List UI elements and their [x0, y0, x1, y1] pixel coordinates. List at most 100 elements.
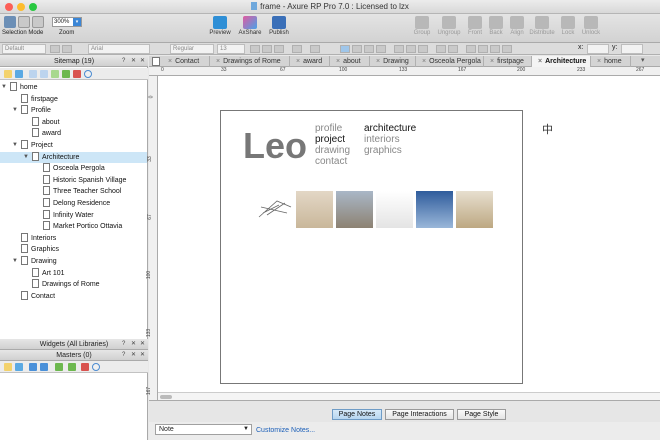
close-tab-icon[interactable]: × [168, 58, 172, 65]
y-input[interactable] [621, 44, 643, 54]
expand-toggle-icon[interactable]: ▼ [12, 256, 18, 267]
font-select[interactable]: Arial [88, 44, 150, 54]
style-edit-icon[interactable] [62, 45, 72, 53]
unlock-button[interactable]: Unlock [579, 16, 603, 36]
nav-interiors[interactable]: interiors [364, 134, 416, 145]
sitemap-item[interactable]: Art 101 [0, 267, 147, 279]
close-tab-icon[interactable]: × [597, 58, 601, 65]
arrow-style-icon[interactable] [502, 45, 512, 53]
valign-middle-icon[interactable] [406, 45, 416, 53]
widgets-close-icon[interactable]: ✕ [140, 339, 145, 350]
nav-project[interactable]: project [315, 134, 350, 145]
thumbnail-pergola[interactable] [296, 191, 333, 228]
sitemap-item[interactable]: Interiors [0, 232, 147, 244]
sitemap-item[interactable]: ▼ home [0, 82, 147, 93]
expand-toggle-icon[interactable]: ▼ [12, 105, 18, 116]
customize-notes-link[interactable]: Customize Notes... [256, 427, 315, 434]
sitemap-item[interactable]: Drawings of Rome [0, 279, 147, 290]
expand-toggle-icon[interactable]: ▼ [12, 140, 18, 151]
nav-profile[interactable]: profile [315, 123, 350, 134]
move-down-icon[interactable] [40, 70, 48, 78]
language-toggle[interactable]: 中 [542, 121, 553, 137]
fill-color-icon[interactable] [436, 45, 446, 53]
tab-drawing[interactable]: × Drawing [370, 56, 416, 67]
lock-button[interactable]: Lock [559, 16, 577, 36]
publish-button[interactable]: Publish [266, 16, 292, 36]
font-color-icon[interactable] [292, 45, 302, 53]
close-tab-icon[interactable]: × [216, 58, 220, 65]
add-page-icon[interactable] [4, 70, 12, 78]
zoom-window-icon[interactable] [29, 3, 37, 11]
preview-button[interactable]: Preview [207, 16, 233, 36]
widgets-help-icon[interactable]: ? [122, 339, 125, 350]
tab-architecture[interactable]: × Architecture [532, 56, 591, 67]
tab-home[interactable]: × home [591, 56, 631, 67]
sitemap-item[interactable]: Infinity Water [0, 209, 147, 221]
tab-overflow-icon[interactable]: ▾ [641, 56, 645, 64]
underline-icon[interactable] [274, 45, 284, 53]
style-select[interactable]: Default [2, 44, 46, 54]
search-icon[interactable] [84, 70, 92, 78]
font-size-select[interactable]: 13 [217, 44, 245, 54]
align-right-icon[interactable] [364, 45, 374, 53]
format-painter-icon[interactable] [50, 45, 60, 53]
tab-about[interactable]: × about [330, 56, 370, 67]
close-tab-icon[interactable]: × [422, 58, 426, 65]
thumbnail-delong-residence[interactable] [416, 191, 453, 228]
tab-page-notes[interactable]: Page Notes [332, 409, 382, 420]
tab-contact[interactable]: × Contact [162, 56, 210, 67]
align-button[interactable]: Align [507, 16, 527, 36]
sitemap-item[interactable]: ▼ Project [0, 140, 147, 151]
master-down-icon[interactable] [40, 363, 48, 371]
scroll-thumb[interactable] [160, 395, 172, 399]
add-folder-icon[interactable] [15, 70, 23, 78]
justify-icon[interactable] [376, 45, 386, 53]
line-style-icon[interactable] [490, 45, 500, 53]
nav-contact[interactable]: contact [315, 156, 350, 167]
indent-icon[interactable] [51, 70, 59, 78]
outdent-icon[interactable] [62, 70, 70, 78]
line-color-icon[interactable] [466, 45, 476, 53]
zoom-select[interactable]: 300% ▾ [52, 17, 82, 27]
delete-icon[interactable] [73, 70, 81, 78]
minimize-window-icon[interactable] [17, 3, 25, 11]
x-input[interactable] [587, 44, 609, 54]
add-master-folder-icon[interactable] [15, 363, 23, 371]
tab-award[interactable]: × award [290, 56, 330, 67]
ungroup-button[interactable]: Ungroup [435, 16, 463, 36]
tab-page-interactions[interactable]: Page Interactions [385, 409, 454, 420]
line-width-icon[interactable] [478, 45, 488, 53]
sitemap-item[interactable]: ▼ Drawing [0, 256, 147, 267]
master-outdent-icon[interactable] [68, 363, 76, 371]
horizontal-scrollbar[interactable] [158, 392, 660, 400]
page-icon[interactable] [152, 57, 160, 66]
master-up-icon[interactable] [29, 363, 37, 371]
distribute-button[interactable]: Distribute [527, 16, 557, 36]
sitemap-item[interactable]: firstpage [0, 93, 147, 105]
tab-drawings-of-rome[interactable]: × Drawings of Rome [210, 56, 290, 67]
close-tab-icon[interactable]: × [336, 58, 340, 65]
axshare-button[interactable]: AxShare [236, 16, 264, 36]
select-contained-icon[interactable] [18, 16, 30, 28]
sitemap-item[interactable]: award [0, 128, 147, 139]
thumbnail-sketch[interactable] [257, 195, 293, 223]
thumbnail-teacher-school[interactable] [376, 191, 413, 228]
tab-firstpage[interactable]: × firstpage [484, 56, 532, 67]
tab-page-style[interactable]: Page Style [457, 409, 506, 420]
shadow-icon[interactable] [448, 45, 458, 53]
sitemap-item[interactable]: Graphics [0, 244, 147, 255]
master-delete-icon[interactable] [81, 363, 89, 371]
close-tab-icon[interactable]: × [376, 58, 380, 65]
sitemap-item[interactable]: about [0, 116, 147, 128]
master-search-icon[interactable] [92, 363, 100, 371]
nav-graphics[interactable]: graphics [364, 145, 416, 156]
bold-icon[interactable] [250, 45, 260, 53]
sitemap-item[interactable]: Historic Spanish Village [0, 174, 147, 186]
sitemap-item[interactable]: Osceola Pergola [0, 163, 147, 174]
sitemap-item[interactable]: ▼ Profile [0, 105, 147, 116]
thumbnail-market-portico[interactable] [456, 191, 493, 228]
valign-top-icon[interactable] [394, 45, 404, 53]
front-button[interactable]: Front [465, 16, 485, 36]
tab-osceola-pergola[interactable]: × Osceola Pergola [416, 56, 484, 67]
masters-close-icon[interactable]: ✕ [140, 350, 145, 361]
